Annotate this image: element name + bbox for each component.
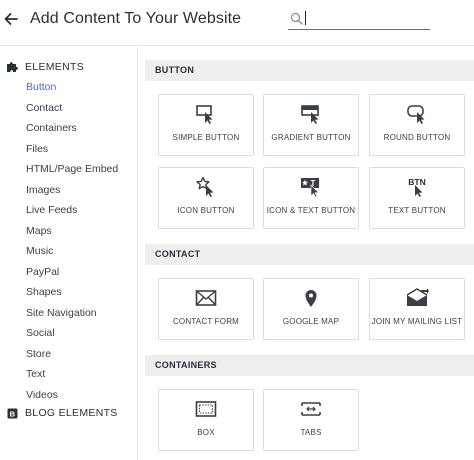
sidebar-item-containers[interactable]: Containers [26,121,77,135]
tile-contact-form[interactable]: CONTACT FORM [158,278,254,340]
tile-mailing-list[interactable]: JOIN MY MAILING LIST [369,278,465,340]
sidebar-item-paypal[interactable]: PayPal [26,265,59,279]
sidebar-elements-heading[interactable]: ELEMENTS [6,59,84,75]
map-pin-icon [305,290,317,307]
sidebar-item-live-feeds[interactable]: Live Feeds [26,203,77,217]
box-icon [195,401,217,417]
tile-box[interactable]: BOX [158,389,254,451]
tile-round-button[interactable]: ROUND BUTTON [369,94,465,156]
sidebar-item-contact[interactable]: Contact [26,101,62,115]
tile-tabs[interactable]: TABS [263,389,359,451]
tile-text-button[interactable]: BTN TEXT BUTTON [369,167,465,229]
tile-google-map[interactable]: GOOGLE MAP [263,278,359,340]
simple-button-icon [196,105,213,124]
mailing-list-icon [406,288,429,306]
sidebar-item-images[interactable]: Images [26,183,60,197]
tile-icon-text-button[interactable]: T ICON & TEXT BUTTON [263,167,359,229]
content-panel: BUTTON SIMPLE BUTTON GRADIENT BUTTON ROU… [145,47,474,460]
svg-text:B: B [9,409,15,418]
back-arrow-icon[interactable] [2,10,20,28]
tile-gradient-button[interactable]: GRADIENT BUTTON [263,94,359,156]
category-heading-containers: CONTAINERS [145,355,474,376]
search-icon [290,12,303,25]
sidebar-item-files[interactable]: Files [26,142,48,156]
sidebar-item-text[interactable]: Text [26,367,45,381]
category-heading-contact: CONTACT [145,244,474,265]
sidebar-item-html-embed[interactable]: HTML/Page Embed [26,162,118,176]
tile-icon-button[interactable]: ICON BUTTON [158,167,254,229]
sidebar-item-button[interactable]: Button [26,80,56,94]
puzzle-icon [6,61,18,73]
star-button-icon [196,176,214,197]
sidebar-blog-heading[interactable]: B BLOG ELEMENTS [6,405,118,421]
icon-text-button-icon: T [301,178,320,198]
category-heading-button: BUTTON [145,60,474,81]
sidebar-item-shapes[interactable]: Shapes [26,285,62,299]
sidebar-item-videos[interactable]: Videos [26,388,58,402]
text-caret [305,11,306,25]
tabs-icon [301,402,321,416]
sidebar-item-maps[interactable]: Maps [26,224,52,238]
page-title: Add Content To Your Website [30,10,242,27]
search-box[interactable] [288,8,430,30]
blog-icon: B [6,407,18,419]
tile-simple-button[interactable]: SIMPLE BUTTON [158,94,254,156]
round-button-icon [407,105,425,124]
header: Add Content To Your Website [0,0,474,46]
cursor-icon [415,185,423,197]
sidebar-item-site-navigation[interactable]: Site Navigation [26,306,97,320]
sidebar: ELEMENTS Button Contact Containers Files… [0,47,138,460]
sidebar-item-music[interactable]: Music [26,244,53,258]
search-input[interactable] [306,9,426,27]
envelope-icon [195,290,217,306]
sidebar-item-store[interactable]: Store [26,347,51,361]
sidebar-item-social[interactable]: Social [26,326,55,340]
gradient-button-icon [301,105,319,124]
